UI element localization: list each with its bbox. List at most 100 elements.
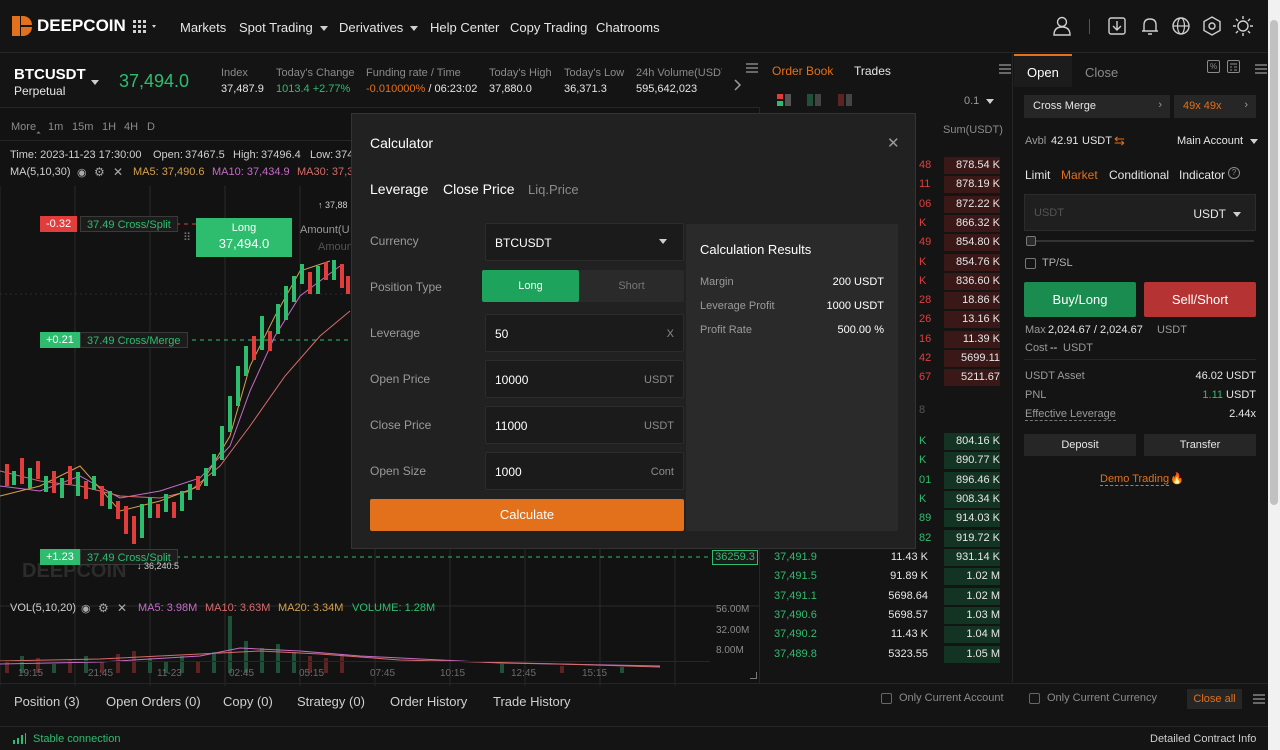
logo[interactable]: DEEPCOIN (12, 16, 126, 36)
menu-icon[interactable] (1255, 63, 1267, 74)
transfer-button[interactable]: Transfer (1144, 434, 1256, 456)
eye-icon[interactable]: ◉ (81, 602, 91, 615)
order-type-limit[interactable]: Limit (1025, 168, 1050, 182)
modal-tab-close-price[interactable]: Close Price (443, 181, 515, 197)
timeframe-1h[interactable]: 1H (102, 121, 116, 133)
page-scrollbar[interactable] (1268, 0, 1280, 750)
long-order-tag[interactable]: Long 37,494.0 (196, 218, 292, 257)
demo-trading-link[interactable]: Demo Trading (1100, 473, 1170, 486)
calculator-percent-icon[interactable]: % (1207, 60, 1220, 73)
symbol-dropdown-icon[interactable] (91, 80, 99, 85)
modal-tab-liq-price[interactable]: Liq.Price (528, 182, 579, 197)
download-icon[interactable] (1106, 15, 1128, 37)
timeframe-15m[interactable]: 15m (72, 121, 93, 133)
buy-long-button[interactable]: Buy/Long (1024, 282, 1136, 317)
nav-chatrooms[interactable]: Chatrooms (596, 20, 660, 35)
slider-handle[interactable] (1026, 236, 1036, 246)
close-icon[interactable]: ✕ (113, 165, 123, 179)
leverage-select[interactable]: 49x 49x › (1174, 95, 1256, 118)
position-long-button[interactable]: Long (482, 270, 579, 302)
position-short-button[interactable]: Short (579, 270, 684, 302)
only-account-checkbox[interactable] (881, 693, 892, 704)
book-asks-icon[interactable] (838, 94, 852, 107)
detailed-contract-info-link[interactable]: Detailed Contract Info (1150, 733, 1256, 745)
calculate-button[interactable]: Calculate (370, 499, 684, 531)
gear-icon[interactable]: ⚙ (98, 601, 109, 615)
timeframe-4h[interactable]: 4H (124, 121, 138, 133)
menu-icon[interactable] (1253, 693, 1265, 704)
nav-help-center[interactable]: Help Center (430, 20, 499, 35)
eye-icon[interactable]: ◉ (77, 166, 87, 179)
tab-trade-history[interactable]: Trade History (493, 694, 571, 709)
amount-unit-select[interactable]: USDT (1193, 207, 1241, 221)
tab-open-orders[interactable]: Open Orders (0) (106, 694, 201, 709)
nav-derivatives[interactable]: Derivatives (339, 20, 419, 35)
timeframe-d[interactable]: D (147, 121, 155, 133)
drag-handle-icon[interactable]: ⠿ (183, 231, 191, 244)
tab-strategy[interactable]: Strategy (0) (297, 694, 365, 709)
apps-grid-icon[interactable] (133, 20, 159, 34)
user-icon[interactable] (1051, 15, 1073, 37)
position-pnl-tag[interactable]: +0.21 (40, 332, 80, 348)
margin-mode-select[interactable]: Cross Merge › (1024, 95, 1170, 118)
position-line-tag[interactable]: 37.49 Cross/Merge (80, 332, 188, 348)
settings-hex-icon[interactable] (1201, 15, 1223, 37)
menu-icon[interactable] (999, 63, 1011, 74)
amount-input[interactable]: USDT USDT (1024, 194, 1256, 231)
timeframe-1m[interactable]: 1m (48, 121, 63, 133)
book-bids-icon[interactable] (807, 94, 821, 107)
nav-copy-trading[interactable]: Copy Trading (510, 20, 587, 35)
bid-row[interactable]: 37,489.8 5323.55 1.05 M (761, 645, 1013, 664)
order-type-conditional[interactable]: Conditional (1109, 168, 1169, 182)
gear-icon[interactable]: ⚙ (94, 165, 105, 179)
sun-theme-icon[interactable] (1232, 15, 1254, 37)
only-currency-checkbox[interactable] (1029, 693, 1040, 704)
open-size-input[interactable]: 1000 Cont (485, 452, 684, 490)
scrollbar-thumb[interactable] (1270, 20, 1278, 505)
chevron-right-icon[interactable] (733, 79, 743, 91)
currency-select[interactable]: BTCUSDT (485, 223, 684, 261)
calculator-icon[interactable] (1227, 60, 1240, 73)
tab-copy[interactable]: Copy (0) (223, 694, 273, 709)
tab-order-history[interactable]: Order History (390, 694, 467, 709)
leverage-clear-icon[interactable]: X (667, 328, 674, 340)
bid-row[interactable]: 37,490.2 11.43 K 1.04 M (761, 625, 1013, 644)
timeframe-more[interactable]: More (11, 121, 36, 133)
tab-order-book[interactable]: Order Book (772, 64, 833, 78)
open-price-input[interactable]: 10000 USDT (485, 360, 684, 398)
close-icon[interactable]: ✕ (887, 134, 900, 152)
nav-spot-trading[interactable]: Spot Trading (239, 20, 328, 35)
tab-position[interactable]: Position (3) (14, 694, 80, 709)
resize-corner-icon[interactable] (750, 672, 757, 679)
bid-row[interactable]: 37,491.9 11.43 K 931.14 K (761, 548, 1013, 567)
bell-icon[interactable] (1139, 15, 1161, 37)
help-icon[interactable]: ? (1228, 167, 1240, 179)
bid-row[interactable]: 37,490.6 5698.57 1.03 M (761, 606, 1013, 625)
transfer-arrows-icon[interactable]: ⇆ (1114, 133, 1125, 149)
order-type-indicator[interactable]: Indicator (1179, 168, 1225, 182)
sell-short-button[interactable]: Sell/Short (1144, 282, 1256, 317)
nav-markets[interactable]: Markets (180, 20, 226, 35)
precision-select[interactable]: 0.1 (964, 95, 995, 107)
close-all-button[interactable]: Close all (1187, 689, 1242, 709)
deposit-button[interactable]: Deposit (1024, 434, 1136, 456)
tab-trades[interactable]: Trades (854, 64, 891, 78)
close-price-input[interactable]: 11000 USDT (485, 406, 684, 444)
close-icon[interactable]: ✕ (117, 601, 127, 615)
position-pnl-tag[interactable]: +1.23 (40, 549, 80, 565)
tab-open[interactable]: Open (1014, 54, 1072, 87)
globe-icon[interactable] (1170, 15, 1192, 37)
bid-row[interactable]: 37,491.1 5698.64 1.02 M (761, 587, 1013, 606)
leverage-input[interactable]: 50 X (485, 314, 684, 352)
position-pnl-tag[interactable]: -0.32 (40, 216, 78, 232)
bid-row[interactable]: 37,491.5 91.89 K 1.02 M (761, 567, 1013, 586)
account-select[interactable]: Main Account (1177, 135, 1259, 147)
tpsl-checkbox[interactable] (1025, 258, 1036, 269)
modal-tab-leverage[interactable]: Leverage (370, 181, 428, 197)
ticker-symbol[interactable]: BTCUSDT (14, 66, 86, 83)
position-line-tag[interactable]: 37.49 Cross/Split (80, 216, 178, 232)
menu-icon[interactable] (746, 62, 758, 73)
amount-slider[interactable] (1026, 240, 1254, 242)
effective-leverage-label[interactable]: Effective Leverage (1025, 408, 1116, 421)
order-type-market[interactable]: Market (1061, 168, 1098, 182)
